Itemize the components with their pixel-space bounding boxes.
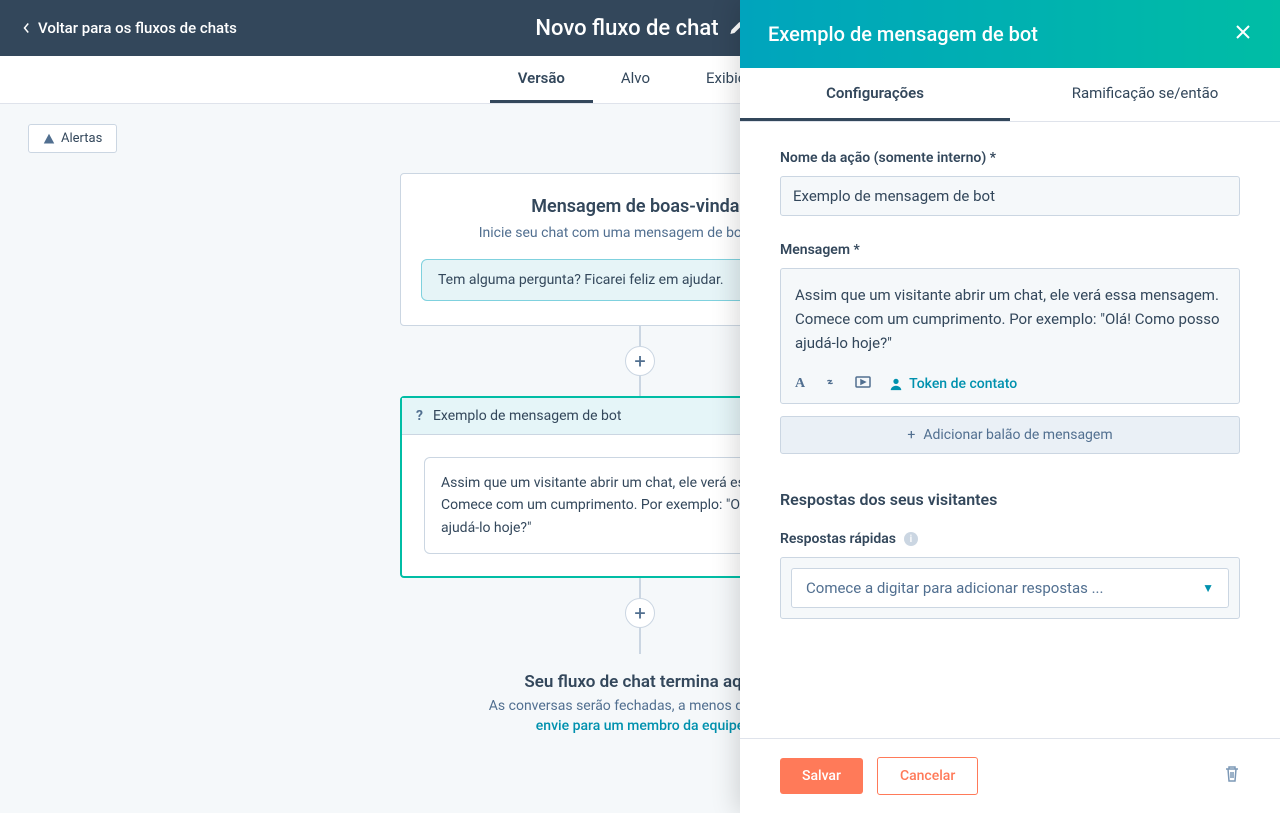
quick-replies-placeholder: Comece a digitar para adicionar resposta… (806, 579, 1103, 597)
panel-tabs: Configurações Ramificação se/então (740, 68, 1280, 122)
panel-title: Exemplo de mensagem de bot (768, 22, 1038, 46)
plus-icon: + (907, 427, 915, 443)
quick-replies-select[interactable]: Comece a digitar para adicionar resposta… (791, 568, 1229, 608)
info-icon[interactable]: i (904, 532, 918, 546)
message-editor: Assim que um visitante abrir um chat, el… (780, 268, 1240, 404)
tab-target[interactable]: Alvo (593, 56, 678, 103)
close-icon[interactable] (1234, 22, 1252, 46)
responses-title: Respostas dos seus visitantes (780, 490, 1240, 509)
alerts-label: Alertas (61, 131, 102, 146)
link-icon[interactable] (823, 375, 837, 393)
delete-icon[interactable] (1224, 765, 1240, 788)
back-link[interactable]: Voltar para os fluxos de chats (20, 19, 237, 37)
end-link[interactable]: envie para um membro da equipe (536, 718, 744, 734)
chevron-left-icon (20, 22, 32, 34)
panel-header: Exemplo de mensagem de bot (740, 0, 1280, 68)
quick-replies-label: Respostas rápidas i (780, 531, 1240, 547)
side-panel: Exemplo de mensagem de bot Configurações… (740, 0, 1280, 813)
add-step-button-2[interactable]: + (625, 598, 655, 628)
cancel-button[interactable]: Cancelar (877, 757, 978, 795)
panel-tab-config[interactable]: Configurações (740, 68, 1010, 121)
tab-version[interactable]: Versão (490, 56, 593, 103)
back-label: Voltar para os fluxos de chats (38, 19, 237, 37)
message-toolbar: A Token de contato (781, 365, 1239, 403)
add-bubble-button[interactable]: + Adicionar balão de mensagem (780, 416, 1240, 454)
page-title: Novo fluxo de chat (535, 16, 718, 41)
message-label: Mensagem * (780, 242, 1240, 258)
panel-tab-branch[interactable]: Ramificação se/então (1010, 68, 1280, 121)
panel-footer: Salvar Cancelar (740, 738, 1280, 813)
question-icon: ? (416, 408, 423, 424)
alerts-button[interactable]: Alertas (28, 124, 117, 153)
action-name-input[interactable] (780, 176, 1240, 216)
action-name-label: Nome da ação (somente interno) * (780, 150, 1240, 166)
contact-token-link[interactable]: Token de contato (889, 376, 1017, 392)
step-name: Exemplo de mensagem de bot (433, 408, 622, 424)
add-step-button[interactable]: + (625, 346, 655, 376)
save-button[interactable]: Salvar (780, 758, 863, 794)
quick-replies-wrap: Comece a digitar para adicionar resposta… (780, 557, 1240, 619)
page-title-wrap: Novo fluxo de chat (535, 16, 744, 41)
panel-body: Nome da ação (somente interno) * Mensage… (740, 122, 1280, 738)
chevron-down-icon: ▼ (1202, 581, 1214, 595)
user-icon (889, 377, 903, 391)
media-icon[interactable] (855, 376, 871, 392)
text-format-icon[interactable]: A (795, 376, 805, 392)
warning-icon (43, 133, 55, 145)
message-textarea[interactable]: Assim que um visitante abrir um chat, el… (781, 269, 1239, 365)
